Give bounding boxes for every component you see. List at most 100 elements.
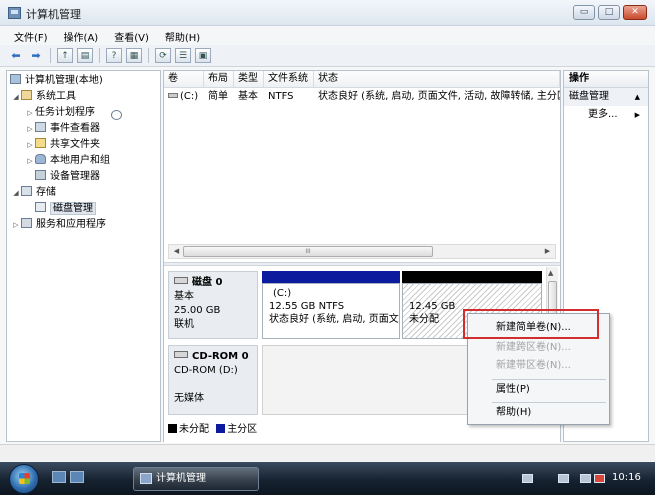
- volume-cell: (C:): [164, 89, 204, 105]
- console-tree: 计算机管理(本地) ◢ 系统工具 ▷ 任务计划程序 ▷ 事件查看器 ▷ 共享文件夹 ▷ 本…: [6, 70, 161, 442]
- properties-icon[interactable]: ☰: [175, 48, 191, 63]
- volume-list-header: 卷 布局 类型 文件系统 状态: [164, 71, 560, 88]
- collapsed-arrow-icon[interactable]: ▷: [25, 153, 35, 169]
- close-button[interactable]: ✕: [623, 5, 647, 20]
- users-icon: [35, 154, 46, 164]
- disk-icon: [35, 202, 46, 212]
- layout-cell: 简单: [208, 91, 228, 102]
- legend: 未分配 主分区: [168, 423, 257, 437]
- menu-properties[interactable]: 属性(P): [469, 380, 608, 400]
- scroll-thumb[interactable]: III: [183, 246, 433, 257]
- hard-disk-icon: [174, 277, 188, 284]
- tree-storage[interactable]: ◢ 存储: [7, 185, 160, 201]
- filesystem-cell: NTFS: [268, 91, 294, 102]
- scroll-right-icon[interactable]: ▶: [542, 246, 553, 257]
- show-desktop-icon[interactable]: [52, 471, 66, 483]
- computer-management-window: 计算机管理 ▭ □ ✕ 文件(F) 操作(A) 查看(V) 帮助(H) ⬅ ➡ …: [0, 0, 655, 495]
- clock[interactable]: 10:16: [612, 472, 641, 483]
- highlight-box: [463, 309, 599, 339]
- partition-c[interactable]: (C:) 12.55 GB NTFS 状态良好 (系统, 启动, 页面文: [262, 283, 400, 339]
- column-layout[interactable]: 布局: [204, 71, 234, 87]
- tree-event-viewer[interactable]: ▷ 事件查看器: [7, 121, 160, 137]
- column-status[interactable]: 状态: [314, 71, 560, 87]
- expanded-arrow-icon[interactable]: ◢: [11, 185, 21, 201]
- unallocated-swatch: [168, 424, 177, 433]
- tree-device-manager[interactable]: 设备管理器: [7, 169, 160, 185]
- minimize-button[interactable]: ▭: [573, 5, 595, 20]
- window-controls: ▭ □ ✕: [573, 5, 647, 20]
- collapsed-arrow-icon[interactable]: ▷: [25, 105, 35, 121]
- drive-icon: [168, 93, 178, 98]
- security-icon[interactable]: [580, 474, 591, 483]
- column-type[interactable]: 类型: [234, 71, 264, 87]
- up-folder-icon[interactable]: ↑: [57, 48, 73, 63]
- menu-file[interactable]: 文件(F): [14, 29, 48, 44]
- menu-new-striped-volume[interactable]: 新建带区卷(N)...: [469, 356, 608, 376]
- tree-system-tools[interactable]: ◢ 系统工具: [7, 89, 160, 105]
- help-icon[interactable]: ?: [106, 48, 122, 63]
- tree-services-apps[interactable]: ▷ 服务和应用程序: [7, 217, 160, 233]
- actions-header: 操作: [564, 71, 648, 88]
- menu-new-spanned-volume[interactable]: 新建跨区卷(N)...: [469, 338, 608, 358]
- menu-help-item[interactable]: 帮助(H): [469, 403, 608, 423]
- export-icon[interactable]: ▣: [195, 48, 211, 63]
- tray-keyboard-icon[interactable]: [522, 474, 533, 483]
- collapsed-arrow-icon[interactable]: ▷: [25, 121, 35, 137]
- maximize-button[interactable]: □: [598, 5, 620, 20]
- toolbar: ⬅ ➡ ↑ ▤ ? ▦ ⟳ ☰ ▣: [0, 45, 655, 67]
- storage-icon: [21, 186, 32, 196]
- refresh-icon[interactable]: ⟳: [155, 48, 171, 63]
- computer-management-icon: [8, 7, 21, 19]
- taskbar-computer-management[interactable]: 计算机管理: [133, 467, 259, 491]
- volume-icon[interactable]: [594, 474, 605, 483]
- forward-arrow-icon[interactable]: ➡: [28, 48, 44, 63]
- tree-task-scheduler[interactable]: ▷ 任务计划程序: [7, 105, 160, 121]
- back-arrow-icon[interactable]: ⬅: [8, 48, 24, 63]
- submenu-arrow-icon: ▶: [634, 111, 640, 119]
- collapse-up-icon[interactable]: ▲: [635, 88, 640, 106]
- tree-root[interactable]: 计算机管理(本地): [7, 73, 160, 89]
- type-cell: 基本: [238, 91, 258, 102]
- tools-icon: [21, 90, 32, 100]
- title-bar: 计算机管理 ▭ □ ✕: [0, 0, 655, 26]
- pane-splitter[interactable]: [164, 262, 560, 266]
- event-viewer-icon: [35, 122, 46, 132]
- toolbar-separator: [50, 48, 51, 63]
- network-icon[interactable]: [558, 474, 569, 483]
- system-tray: 10:16: [508, 467, 655, 491]
- start-button[interactable]: [9, 464, 39, 494]
- primary-swatch: [216, 424, 226, 433]
- menu-help[interactable]: 帮助(H): [165, 29, 200, 44]
- device-manager-icon: [35, 170, 46, 180]
- column-volume[interactable]: 卷: [164, 71, 204, 87]
- cdrom-0-label[interactable]: CD-ROM 0 CD-ROM (D:) 无媒体: [168, 345, 258, 415]
- table-row[interactable]: (C:) 简单 基本 NTFS 状态良好 (系统, 启动, 页面文件, 活动, …: [164, 89, 560, 105]
- tree-disk-management[interactable]: 磁盘管理: [7, 201, 160, 217]
- taskbar: 计算机管理 10:16: [0, 462, 655, 495]
- unallocated-bar: [402, 271, 542, 283]
- menu-view[interactable]: 查看(V): [114, 29, 149, 44]
- toolbar-separator: [99, 48, 100, 63]
- window-title: 计算机管理: [26, 8, 81, 21]
- toolbar-separator: [148, 48, 149, 63]
- column-filesystem[interactable]: 文件系统: [264, 71, 314, 87]
- show-hide-tree-icon[interactable]: ▤: [77, 48, 93, 63]
- tree-shared-folders[interactable]: ▷ 共享文件夹: [7, 137, 160, 153]
- tree-local-users[interactable]: ▷ 本地用户和组: [7, 153, 160, 169]
- computer-icon: [10, 74, 21, 84]
- expanded-arrow-icon[interactable]: ◢: [11, 89, 21, 105]
- scroll-up-icon[interactable]: ▲: [548, 269, 553, 277]
- horizontal-scrollbar[interactable]: ◀ III ▶: [168, 244, 556, 259]
- switch-windows-icon[interactable]: [70, 471, 84, 483]
- collapsed-arrow-icon[interactable]: ▷: [25, 137, 35, 153]
- cdrom-icon: [174, 351, 188, 358]
- more-actions[interactable]: 更多... ▶: [564, 106, 648, 124]
- menu-bar: 文件(F) 操作(A) 查看(V) 帮助(H): [0, 27, 655, 45]
- disk-0-label[interactable]: 磁盘 0 基本 25.00 GB 联机: [168, 271, 258, 339]
- shared-folder-icon: [35, 138, 46, 148]
- scroll-left-icon[interactable]: ◀: [171, 246, 182, 257]
- collapsed-arrow-icon[interactable]: ▷: [11, 217, 21, 233]
- view-icon[interactable]: ▦: [126, 48, 142, 63]
- actions-section[interactable]: 磁盘管理 ▲: [564, 88, 648, 106]
- menu-action[interactable]: 操作(A): [64, 29, 99, 44]
